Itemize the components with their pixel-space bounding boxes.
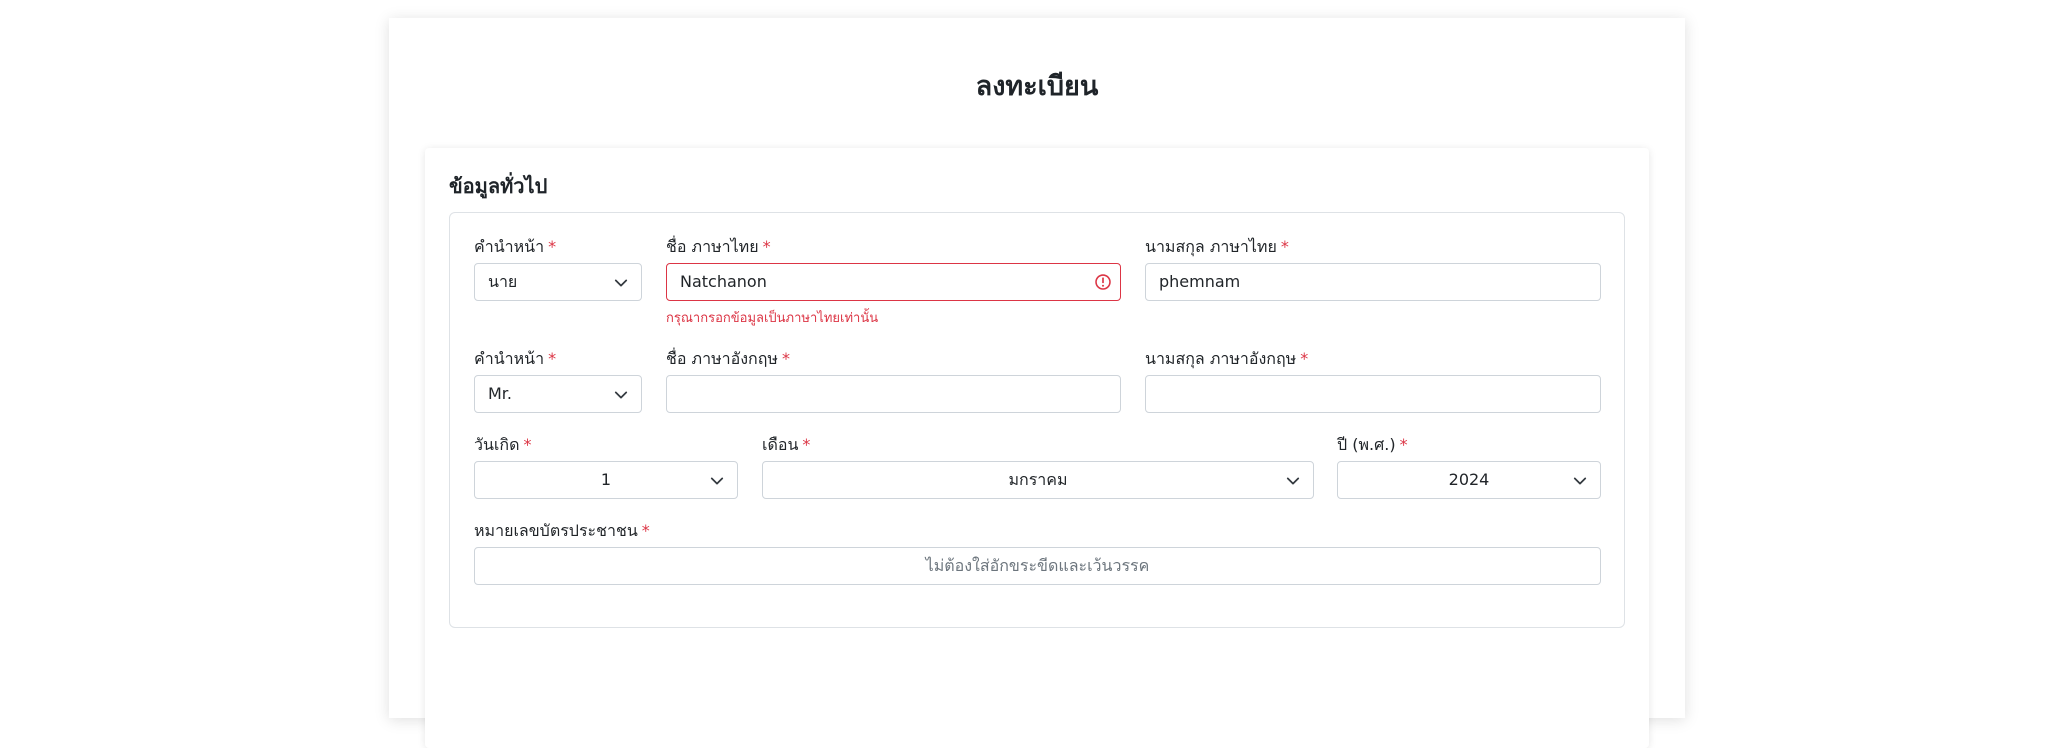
chevron-down-icon [1573, 477, 1587, 485]
required-mark: * [641, 521, 650, 540]
lastname-en-label: นามสกุล ภาษาอังกฤษ * [1145, 349, 1309, 368]
prefix-en-field: คำนำหน้า * Mr. [474, 347, 642, 417]
chevron-down-icon [710, 477, 724, 485]
lastname-th-label: นามสกุล ภาษาไทย * [1145, 237, 1289, 256]
general-info-card: ข้อมูลทั่วไป คำนำหน้า * นาย ชื่อ ภาษาไทย *… [425, 148, 1649, 748]
required-mark: * [1300, 349, 1309, 368]
lastname-th-field: นามสกุล ภาษาไทย * phemnam [1145, 235, 1601, 305]
chevron-down-icon [1286, 477, 1300, 485]
birth-year-field: ปี (พ.ศ.) * 2024 [1337, 433, 1601, 503]
registration-page: ลงทะเบียน ข้อมูลทั่วไป คำนำหน้า * นาย ชื่… [389, 18, 1685, 748]
birth-day-field: วันเกิด * 1 [474, 433, 738, 503]
page-title: ลงทะเบียน [975, 71, 1099, 102]
birth-year-label: ปี (พ.ศ.) * [1337, 435, 1408, 454]
required-mark: * [523, 435, 532, 454]
required-mark: * [548, 349, 557, 368]
general-info-form: คำนำหน้า * นาย ชื่อ ภาษาไทย * Natchanon กร… [449, 212, 1625, 628]
section-title: ข้อมูลทั่วไป [449, 174, 548, 198]
firstname-en-input[interactable] [666, 375, 1121, 413]
prefix-th-field: คำนำหน้า * นาย [474, 235, 642, 305]
birth-day-select[interactable]: 1 [474, 461, 738, 499]
prefix-en-value: Mr. [488, 384, 512, 403]
firstname-en-label: ชื่อ ภาษาอังกฤษ * [666, 349, 790, 368]
required-mark: * [548, 237, 557, 256]
required-mark: * [762, 237, 771, 256]
lastname-th-input[interactable]: phemnam [1145, 263, 1601, 301]
firstname-th-input[interactable]: Natchanon [666, 263, 1121, 301]
birth-month-field: เดือน * มกราคม [762, 433, 1314, 503]
id-card-field: หมายเลขบัตรประชาชน * ไม่ต้องใส่อักขระขีดแ… [474, 519, 1601, 589]
required-mark: * [1399, 435, 1408, 454]
prefix-en-label: คำนำหน้า * [474, 349, 557, 368]
firstname-th-label: ชื่อ ภาษาไทย * [666, 237, 771, 256]
id-card-placeholder: ไม่ต้องใส่อักขระขีดและเว้นวรรค [925, 556, 1150, 575]
lastname-en-field: นามสกุล ภาษาอังกฤษ * [1145, 347, 1601, 417]
birth-day-label: วันเกิด * [474, 435, 532, 454]
birth-year-select[interactable]: 2024 [1337, 461, 1601, 499]
firstname-th-error: กรุณากรอกข้อมูลเป็นภาษาไทยเท่านั้น [666, 311, 879, 326]
prefix-th-value: นาย [488, 272, 518, 291]
lastname-en-input[interactable] [1145, 375, 1601, 413]
prefix-th-select[interactable]: นาย [474, 263, 642, 301]
firstname-th-value: Natchanon [680, 272, 767, 291]
birth-year-value: 2024 [1448, 470, 1490, 489]
chevron-down-icon [614, 279, 628, 287]
firstname-en-field: ชื่อ ภาษาอังกฤษ * [666, 347, 1121, 417]
birth-month-label: เดือน * [762, 435, 811, 454]
error-circle-icon [1095, 274, 1111, 290]
id-card-input[interactable]: ไม่ต้องใส่อักขระขีดและเว้นวรรค [474, 547, 1601, 585]
required-mark: * [802, 435, 811, 454]
required-mark: * [1280, 237, 1289, 256]
prefix-en-select[interactable]: Mr. [474, 375, 642, 413]
prefix-th-label: คำนำหน้า * [474, 237, 557, 256]
chevron-down-icon [614, 391, 628, 399]
firstname-th-field: ชื่อ ภาษาไทย * Natchanon กรุณากรอกข้อมูลเ… [666, 235, 1121, 335]
required-mark: * [781, 349, 790, 368]
birth-month-select[interactable]: มกราคม [762, 461, 1314, 499]
lastname-th-value: phemnam [1159, 272, 1241, 291]
id-card-label: หมายเลขบัตรประชาชน * [474, 521, 650, 540]
birth-day-value: 1 [600, 470, 612, 489]
birth-month-value: มกราคม [1008, 470, 1068, 489]
